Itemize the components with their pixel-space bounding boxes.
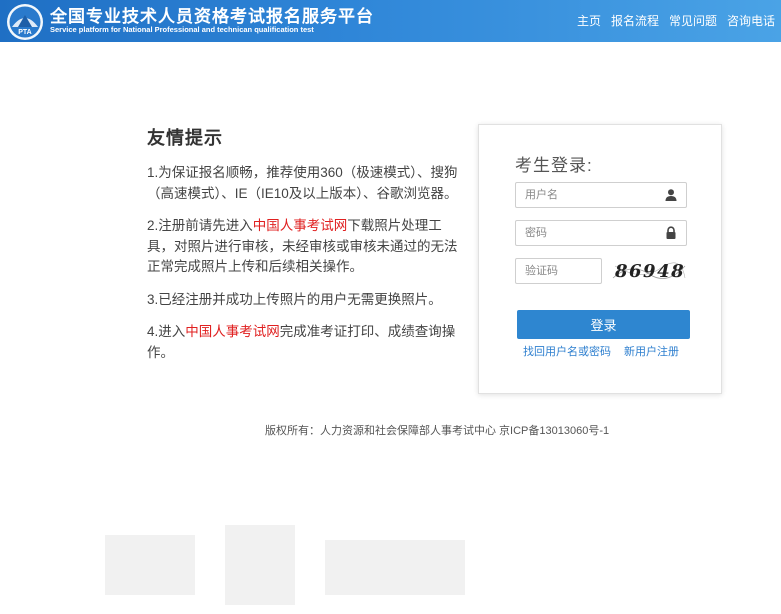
- notice-title: 友情提示: [147, 128, 223, 148]
- username-input[interactable]: [516, 183, 656, 207]
- background-watermark: [105, 525, 465, 605]
- captcha-field-wrapper: [515, 258, 602, 284]
- notice-item: 1.为保证报名顺畅，推荐使用360（极速模式）、搜狗（高速模式）、IE（IE10…: [147, 165, 458, 201]
- nav-home[interactable]: 主页: [577, 12, 601, 29]
- notice-item: 3.已经注册并成功上传照片的用户无需更换照片。: [147, 291, 442, 307]
- site-title: 全国专业技术人员资格考试报名服务平台: [50, 7, 374, 26]
- nav-process[interactable]: 报名流程: [611, 12, 659, 29]
- password-field-wrapper: [515, 220, 687, 246]
- password-input[interactable]: [516, 221, 656, 245]
- user-icon: [665, 189, 677, 201]
- nav-contact[interactable]: 咨询电话: [727, 12, 775, 29]
- login-title: 考生登录:: [515, 156, 593, 175]
- site-header: PTA 全国专业技术人员资格考试报名服务平台 Service platform …: [0, 0, 781, 42]
- cpta-link[interactable]: 中国人事考试网: [253, 218, 348, 233]
- captcha-text: 86948: [614, 261, 685, 282]
- copyright-footer: 版权所有：人力资源和社会保障部人事考试中心 京ICP备13013060号-1: [265, 425, 610, 437]
- notice-panel: 友情提示 1.为保证报名顺畅，推荐使用360（极速模式）、搜狗（高速模式）、IE…: [147, 124, 462, 375]
- login-button[interactable]: 登录: [517, 310, 690, 339]
- lock-icon: [666, 226, 676, 239]
- captcha-image[interactable]: 86948: [611, 258, 687, 284]
- username-field-wrapper: [515, 182, 687, 208]
- site-subtitle: Service platform for National Profession…: [50, 25, 314, 34]
- nav-faq[interactable]: 常见问题: [669, 12, 717, 29]
- notice-item: 4.进入中国人事考试网完成准考证打印、成绩查询操作。: [147, 324, 456, 360]
- login-panel: 考生登录: 86948 登录 找回用户名或密码 新用户注册: [478, 124, 722, 394]
- notice-item: 2.注册前请先进入中国人事考试网下载照片处理工具，对照片进行审核，未经审核或审核…: [147, 218, 458, 274]
- captcha-input[interactable]: [516, 259, 596, 283]
- logo-text: PTA: [18, 29, 31, 36]
- top-nav: 主页 报名流程 常见问题 咨询电话: [577, 12, 775, 29]
- pta-logo-icon: PTA: [7, 4, 43, 40]
- recover-account-link[interactable]: 找回用户名或密码: [523, 343, 611, 359]
- cpta-link[interactable]: 中国人事考试网: [185, 324, 280, 339]
- register-link[interactable]: 新用户注册: [624, 343, 679, 359]
